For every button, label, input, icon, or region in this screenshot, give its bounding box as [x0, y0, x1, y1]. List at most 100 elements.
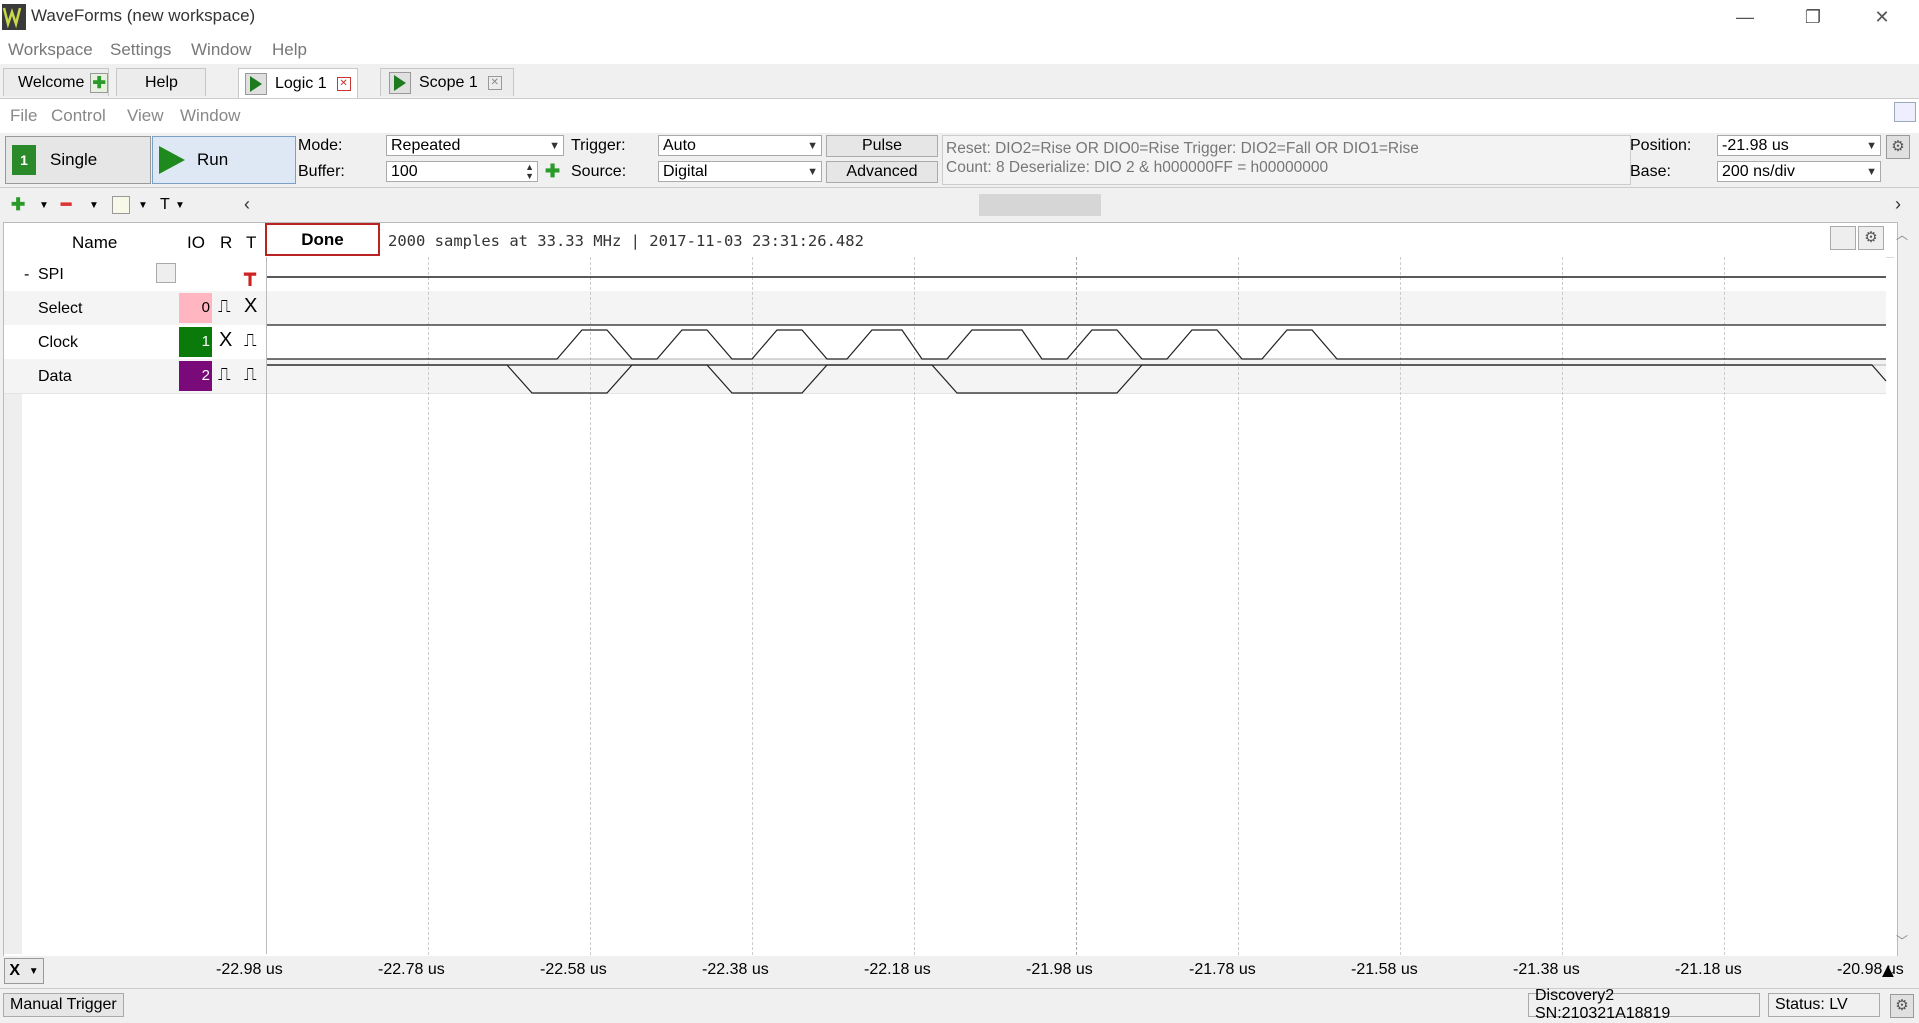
gear-icon[interactable]: ⚙: [1890, 994, 1914, 1018]
menu-settings[interactable]: Settings: [110, 40, 171, 60]
any-edge-icon[interactable]: X: [219, 329, 232, 352]
menu-window-inner[interactable]: Window: [180, 106, 240, 126]
close-icon[interactable]: ✕: [1852, 0, 1912, 34]
x-axis-button[interactable]: X ▼: [4, 958, 44, 984]
window-title: WaveForms (new workspace): [31, 6, 256, 25]
run-label: Run: [197, 150, 229, 169]
tab-welcome-label: Welcome: [18, 73, 85, 91]
buffer-spinbox[interactable]: 100 ▲ ▼: [386, 161, 538, 182]
row-data-name: Data: [38, 368, 72, 385]
chevron-down-icon[interactable]: ▼: [89, 200, 99, 211]
legend-icon[interactable]: [1830, 226, 1856, 250]
axis-tick: -22.38 us: [702, 961, 769, 978]
minimize-icon[interactable]: —: [1715, 0, 1775, 34]
add-channel-icon[interactable]: ✚: [11, 195, 25, 215]
add-icon[interactable]: ✚: [545, 161, 560, 182]
horizontal-scrollbar-thumb[interactable]: [979, 194, 1101, 216]
header-io: IO: [187, 233, 205, 252]
advanced-button[interactable]: Advanced: [826, 161, 938, 183]
rise-edge-icon[interactable]: ⎍: [218, 364, 231, 385]
remove-channel-icon[interactable]: ━: [61, 195, 71, 215]
menu-window[interactable]: Window: [191, 40, 251, 60]
menu-help[interactable]: Help: [272, 40, 307, 60]
gear-icon[interactable]: ⚙: [1886, 135, 1910, 159]
add-icon[interactable]: ✚: [90, 72, 108, 93]
mode-label: Mode:: [298, 137, 343, 154]
io-clock[interactable]: 1: [179, 327, 212, 357]
axis-tick: -22.18 us: [864, 961, 931, 978]
tab-logic-label: Logic 1: [275, 74, 327, 92]
rise-edge-icon[interactable]: ⎍: [218, 296, 231, 317]
buffer-label: Buffer:: [298, 163, 345, 180]
axis-tick: -21.58 us: [1351, 961, 1418, 978]
x-axis-label: X: [9, 962, 21, 979]
rise-edge-icon[interactable]: ⎍: [244, 330, 257, 351]
tab-help[interactable]: Help: [116, 68, 206, 96]
gear-icon[interactable]: ⚙: [1858, 226, 1884, 250]
row-select-name: Select: [38, 300, 83, 317]
edit-icon[interactable]: [156, 263, 176, 283]
source-label: Source:: [571, 163, 627, 180]
menu-file[interactable]: File: [10, 106, 37, 126]
pulse-button[interactable]: Pulse: [826, 135, 938, 157]
trigger-select[interactable]: Auto ▼: [658, 135, 822, 156]
chevron-down-icon: ▼: [1866, 166, 1877, 178]
single-label: Single: [50, 150, 98, 169]
any-edge-icon[interactable]: X: [244, 295, 257, 318]
tab-scope-1[interactable]: Scope 1 ✕: [380, 68, 514, 96]
menu-view[interactable]: View: [127, 106, 164, 126]
position-select[interactable]: -21.98 us ▼: [1717, 135, 1881, 156]
edit-icon[interactable]: [112, 196, 130, 214]
scroll-left-icon[interactable]: ‹: [244, 194, 250, 215]
close-tab-icon[interactable]: ✕: [487, 75, 502, 90]
tab-welcome[interactable]: Welcome ✚: [3, 68, 109, 96]
chevron-down-icon[interactable]: ▼: [175, 200, 185, 211]
channel-toolbar: [0, 190, 1919, 220]
tab-logic-1[interactable]: Logic 1 ✕: [238, 68, 358, 98]
waveform-traces: [267, 276, 1887, 394]
io-select[interactable]: 0: [179, 293, 212, 323]
row-clock-name: Clock: [38, 334, 79, 351]
chevron-down-icon: ▼: [549, 140, 560, 152]
scroll-up-icon[interactable]: ︿: [1896, 226, 1908, 243]
chevron-down-icon[interactable]: ▼: [39, 200, 49, 211]
source-select[interactable]: Digital ▼: [658, 161, 822, 182]
device-status: Discovery2 SN:210321A18819: [1528, 987, 1760, 1022]
io-data[interactable]: 2: [179, 361, 212, 391]
waveforms-logo-icon: [2, 4, 26, 30]
run-indicator-icon: [245, 72, 267, 95]
close-tab-icon[interactable]: ✕: [336, 76, 351, 91]
run-button[interactable]: Run: [152, 136, 296, 184]
run-indicator-icon: [389, 71, 411, 94]
chevron-down-icon[interactable]: ▼: [138, 200, 148, 211]
axis-tick: -21.38 us: [1513, 961, 1580, 978]
spinner-icon[interactable]: ▲ ▼: [525, 163, 534, 181]
axis-tick: -21.18 us: [1675, 961, 1742, 978]
header-name: Name: [72, 233, 118, 252]
base-select[interactable]: 200 ns/div ▼: [1717, 161, 1881, 182]
connection-status: Status: LV: [1768, 993, 1880, 1017]
run-icon: [159, 146, 185, 174]
chevron-down-icon: ▼: [1866, 140, 1877, 152]
position-marker-icon[interactable]: ▲: [1878, 960, 1898, 983]
axis-tick: -21.78 us: [1189, 961, 1256, 978]
scroll-right-icon[interactable]: ›: [1895, 194, 1901, 215]
source-value: Digital: [663, 163, 708, 180]
dock-icon[interactable]: [1894, 102, 1916, 122]
scroll-down-icon[interactable]: ﹀: [1896, 932, 1908, 949]
row-spi-collapse[interactable]: -: [24, 266, 29, 284]
fall-edge-icon[interactable]: ⎍: [244, 364, 257, 385]
clock-trace: [267, 329, 1886, 360]
menu-control[interactable]: Control: [51, 106, 106, 126]
single-button[interactable]: 1 Single: [5, 136, 151, 184]
menu-workspace[interactable]: Workspace: [8, 40, 93, 60]
mode-select[interactable]: Repeated ▼: [386, 135, 564, 156]
title-bar: [0, 0, 1919, 34]
trigger-info-line1: Reset: DIO2=Rise OR DIO0=Rise Trigger: D…: [946, 140, 1419, 157]
manual-trigger-button[interactable]: Manual Trigger: [3, 993, 124, 1017]
axis-tick: -22.58 us: [540, 961, 607, 978]
done-status-button[interactable]: Done: [265, 223, 380, 256]
chevron-down-icon: ▼: [807, 140, 818, 152]
restore-icon[interactable]: ❐: [1783, 0, 1843, 34]
t-menu[interactable]: T: [160, 196, 170, 214]
